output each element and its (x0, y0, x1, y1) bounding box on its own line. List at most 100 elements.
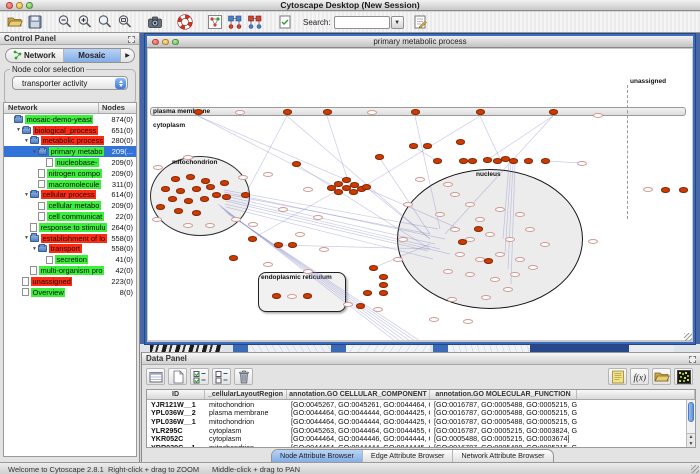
network-node-selected[interactable] (541, 158, 550, 164)
network-node-small[interactable] (443, 182, 453, 187)
network-node-small[interactable] (643, 187, 653, 192)
zoom-selected-icon[interactable] (96, 13, 114, 31)
table-column-header[interactable]: annotation.GO CELLULAR_COMPONENT (287, 390, 430, 399)
network-node-selected[interactable] (184, 198, 193, 204)
window-resize-grip[interactable] (684, 333, 692, 341)
network-node-selected[interactable] (524, 158, 533, 164)
network-node-selected[interactable] (356, 303, 365, 309)
table-row[interactable]: YDR039C__1mitochondrion[GO:0044464, GO:0… (147, 443, 695, 448)
network-node-small[interactable] (465, 272, 475, 277)
maximize-icon[interactable] (172, 39, 179, 46)
network-node-selected[interactable] (168, 196, 177, 202)
network-node-selected[interactable] (212, 192, 221, 198)
network-node-selected[interactable] (283, 109, 292, 115)
network-node-small[interactable] (367, 110, 377, 115)
network-node-small[interactable] (313, 215, 323, 220)
network-node-small[interactable] (278, 207, 288, 212)
network-node-selected[interactable] (248, 236, 257, 242)
new-attribute-icon[interactable] (168, 368, 187, 385)
network-node-small[interactable] (495, 252, 505, 257)
network-node-small[interactable] (455, 252, 465, 257)
network-node-selected[interactable] (509, 158, 518, 164)
open-icon[interactable] (6, 13, 24, 31)
network-node-selected[interactable] (369, 265, 378, 271)
network-node-selected[interactable] (468, 158, 477, 164)
network-node-selected[interactable] (241, 192, 250, 198)
annotation-icon[interactable] (411, 13, 429, 31)
network-node-selected[interactable] (661, 187, 670, 193)
network-view-window[interactable]: primary metabolic process plasma membran… (145, 34, 695, 344)
network-node-selected[interactable] (272, 293, 281, 299)
vizmapper-icon-1[interactable] (226, 13, 244, 31)
network-node-small[interactable] (490, 277, 500, 282)
network-node-small[interactable] (248, 222, 258, 227)
network-node-selected[interactable] (156, 204, 165, 210)
network-node-small[interactable] (447, 297, 457, 302)
delete-attribute-icon[interactable] (234, 368, 253, 385)
network-node-selected[interactable] (411, 109, 420, 115)
zoom-fit-icon[interactable] (116, 13, 134, 31)
tree-row[interactable]: mosaic-demo-yeast874(0) (4, 114, 136, 125)
network-node-small[interactable] (319, 247, 329, 252)
expander-icon[interactable]: ▼ (23, 235, 30, 241)
tree-row[interactable]: ▼cellular process614(0) (4, 190, 136, 201)
network-node-small[interactable] (450, 227, 460, 232)
network-node-small[interactable] (295, 232, 305, 237)
table-row[interactable]: YJR121W__1mitochondrion[GO:0045267, GO:0… (147, 400, 695, 409)
network-node-small[interactable] (495, 207, 505, 212)
network-node-small[interactable] (403, 202, 413, 207)
scrollbar-thumb[interactable] (688, 402, 694, 422)
network-node-selected[interactable] (484, 258, 493, 264)
network-node-selected[interactable] (194, 109, 203, 115)
app-titlebar[interactable]: Cytoscape Desktop (New Session) (0, 0, 700, 11)
import-attributes-icon[interactable] (652, 368, 671, 385)
network-node-selected[interactable] (222, 194, 231, 200)
tree-row[interactable]: ▼primary metabo209(... (4, 146, 136, 157)
network-window-titlebar[interactable]: primary metabolic process (147, 36, 693, 48)
table-row[interactable]: YPL036W__1mitochondrion[GO:0044464, GO:0… (147, 417, 695, 426)
network-node-selected[interactable] (549, 109, 558, 115)
maximize-button[interactable] (26, 2, 33, 9)
network-node-selected[interactable] (433, 158, 442, 164)
network-node-selected[interactable] (459, 158, 468, 164)
network-node-selected[interactable] (161, 186, 170, 192)
table-column-header[interactable]: annotation.GO MOLECULAR_FUNCTION (430, 390, 577, 399)
network-node-selected[interactable] (174, 208, 183, 214)
network-node-selected[interactable] (274, 242, 283, 248)
network-node-small[interactable] (235, 110, 245, 115)
table-row[interactable]: YKR052Ccytoplasm[GO:0044464, GO:0044446,… (147, 434, 695, 443)
network-node-small[interactable] (183, 155, 193, 160)
network-node-small[interactable] (343, 302, 353, 307)
tree-row[interactable]: nitrogen compo209(0) (4, 168, 136, 179)
close-button[interactable] (6, 2, 13, 9)
network-node-selected[interactable] (483, 157, 492, 163)
tab-network[interactable]: Network (6, 49, 64, 62)
network-node-selected[interactable] (379, 274, 388, 280)
network-node-small[interactable] (429, 317, 439, 322)
filter-icon[interactable] (276, 13, 294, 31)
network-node-small[interactable] (398, 237, 408, 242)
zoom-in-icon[interactable] (76, 13, 94, 31)
scrollbar-arrows[interactable]: ▲▼ (687, 433, 695, 447)
tab-network-attribute-browser[interactable]: Network Attribute Browser (453, 450, 552, 462)
expander-icon[interactable]: ▼ (23, 192, 30, 198)
save-icon[interactable] (26, 13, 44, 31)
network-node-small[interactable] (415, 177, 425, 182)
network-node-small[interactable] (510, 272, 520, 277)
network-node-small[interactable] (263, 172, 273, 177)
notes-icon[interactable] (608, 368, 627, 385)
network-node-small[interactable] (475, 217, 485, 222)
tree-row[interactable]: secretion41(0) (4, 254, 136, 265)
network-node-small[interactable] (183, 223, 193, 228)
minimize-icon[interactable] (162, 39, 169, 46)
search-dropdown-button[interactable]: ▼ (391, 16, 404, 29)
network-node-small[interactable] (515, 257, 525, 262)
tree-row[interactable]: macromolecule311(0) (4, 179, 136, 190)
help-icon[interactable] (176, 13, 194, 31)
expander-icon[interactable]: ▼ (31, 149, 38, 155)
network-node-selected[interactable] (362, 184, 371, 190)
network-node-selected[interactable] (342, 177, 351, 183)
network-node-selected[interactable] (409, 143, 418, 149)
network-node-selected[interactable] (458, 239, 467, 245)
network-node-selected[interactable] (201, 178, 210, 184)
